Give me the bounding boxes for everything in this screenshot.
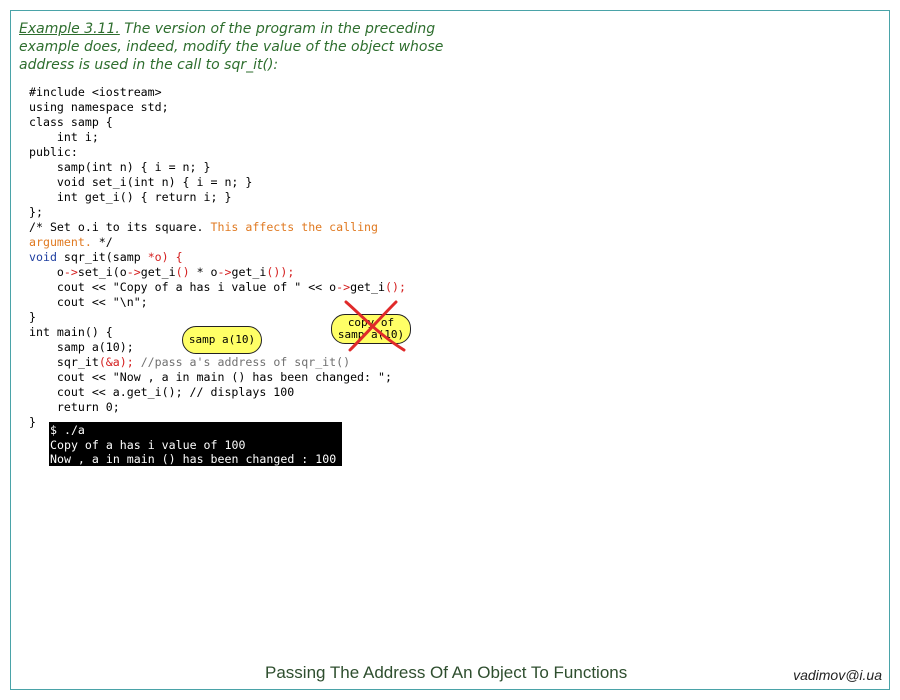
code-line: public: <box>29 145 78 159</box>
code-address-arg: (&a); <box>98 355 134 369</box>
code-text: get_i <box>140 265 176 279</box>
author-email: vadimov@i.ua <box>793 667 882 683</box>
code-text: * o <box>189 265 218 279</box>
code-comment-highlight: This affects the calling <box>210 220 379 234</box>
code-comment: //pass a's address of sqr_it() <box>133 355 351 369</box>
code-line: int get_i() { return i; } <box>29 190 232 204</box>
code-line: } <box>29 415 36 429</box>
code-line: samp(int n) { i = n; } <box>29 160 211 174</box>
code-line: }; <box>29 205 43 219</box>
code-text: o <box>29 265 64 279</box>
code-line: int main() { <box>29 325 113 339</box>
code-listing: #include <iostream> using namespace std;… <box>29 85 406 430</box>
intro-paragraph: Example 3.11. The version of the program… <box>19 20 449 74</box>
code-text: cout << "Copy of a has i value of " << o <box>29 280 337 294</box>
code-line: return 0; <box>29 400 120 414</box>
code-parens: (); <box>385 280 406 294</box>
object-a-label: samp a(10) <box>188 333 256 346</box>
code-line: void set_i(int n) { i = n; } <box>29 175 253 189</box>
object-a-bubble: samp a(10) <box>182 326 262 354</box>
code-text: set_i(o <box>77 265 127 279</box>
code-text: sqr_it <box>29 355 99 369</box>
code-line: int i; <box>29 130 99 144</box>
code-line: class samp { <box>29 115 113 129</box>
code-comment-highlight: argument. <box>29 235 92 249</box>
code-arrow: -> <box>336 280 351 294</box>
code-parens: () <box>175 265 190 279</box>
code-comment: /* Set o.i to its square. <box>29 220 211 234</box>
terminal-line: Now , a in main () has been changed : 10… <box>50 452 337 466</box>
code-arrow: -> <box>217 265 232 279</box>
code-comment: */ <box>91 235 113 249</box>
code-text: get_i <box>350 280 385 294</box>
slide-title: Passing The Address Of An Object To Func… <box>265 663 628 682</box>
code-line: cout << "\n"; <box>29 295 148 309</box>
code-parens: ()); <box>266 265 295 279</box>
code-keyword: void <box>29 250 57 264</box>
code-arrow: -> <box>126 265 141 279</box>
code-line: #include <iostream> <box>29 85 162 99</box>
terminal-line: Copy of a has i value of 100 <box>50 437 246 452</box>
code-function-name: sqr_it <box>56 250 106 264</box>
terminal-output: $ ./a Copy of a has i value of 100 Now , a… <box>49 422 342 466</box>
terminal-line: $ ./a <box>50 423 85 437</box>
code-text: get_i <box>231 265 267 279</box>
cross-out-mark-icon <box>344 300 406 352</box>
code-line: samp a(10); <box>29 340 134 354</box>
code-line: using namespace std; <box>29 100 169 114</box>
code-text: (samp <box>105 250 148 264</box>
code-line: cout << "Now , a in main () has been cha… <box>29 370 392 384</box>
code-pointer: *o <box>147 250 162 264</box>
example-label: Example 3.11. <box>19 21 120 37</box>
code-arrow: -> <box>63 265 78 279</box>
code-line: } <box>29 310 36 324</box>
code-line: cout << a.get_i(); // displays 100 <box>29 385 295 399</box>
code-text: ) { <box>161 250 183 264</box>
